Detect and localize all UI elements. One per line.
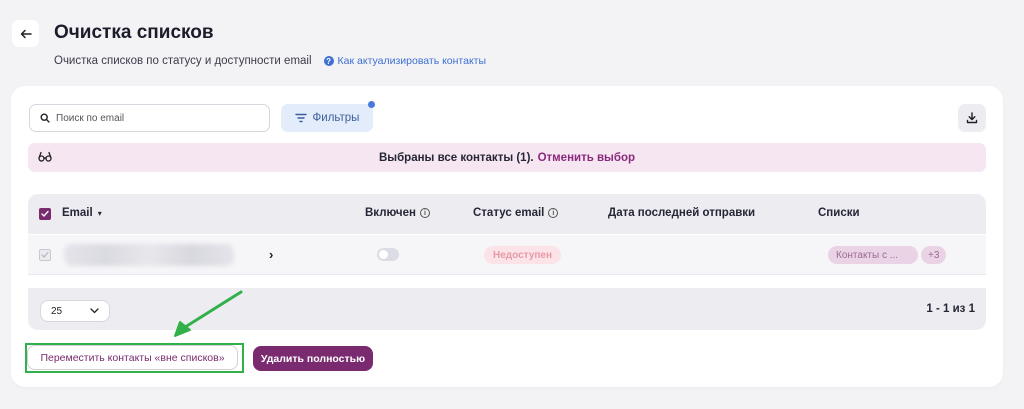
arrow-left-icon xyxy=(20,29,32,38)
column-email-label: Email xyxy=(62,207,93,219)
pagination-bar: 25 1 - 1 из 1 xyxy=(28,288,986,330)
main-card: Поиск по email Фильтры Выбраны все конта… xyxy=(11,86,1003,387)
column-lists: Списки xyxy=(818,207,860,219)
more-lists-chip[interactable]: +3 xyxy=(921,246,947,264)
question-icon: ? xyxy=(323,56,334,66)
column-enabled-label: Включен xyxy=(365,207,416,219)
help-link[interactable]: ? Как актуализировать контакты xyxy=(323,55,487,67)
selection-text: Выбраны все контакты (1). xyxy=(378,151,534,164)
row-checkbox[interactable] xyxy=(39,249,51,261)
enabled-toggle[interactable] xyxy=(377,248,399,261)
column-enabled: Включен i xyxy=(365,207,430,219)
chevron-down-icon xyxy=(90,308,99,314)
info-icon[interactable]: i xyxy=(548,208,559,218)
cancel-selection-link[interactable]: Отменить выбор xyxy=(538,152,635,164)
check-icon xyxy=(41,210,49,218)
selection-banner: Выбраны все контакты (1). Отменить выбор xyxy=(28,143,986,172)
filters-label: Фильтры xyxy=(312,112,360,124)
toggle-knob xyxy=(379,250,388,259)
per-page-select[interactable]: 25 xyxy=(40,300,110,322)
search-placeholder: Поиск по email xyxy=(56,112,125,124)
status-badge: Недоступен xyxy=(484,246,562,264)
page-range: 1 - 1 из 1 xyxy=(926,303,975,315)
delete-completely-button[interactable]: Удалить полностью xyxy=(253,346,373,371)
email-cell-blurred xyxy=(64,244,234,266)
page-subtitle-row: Очистка списков по статусу и доступности… xyxy=(54,55,486,67)
chevron-right-icon[interactable]: › xyxy=(269,247,273,262)
per-page-value: 25 xyxy=(51,305,63,317)
highlight-frame xyxy=(25,343,244,373)
filters-active-dot xyxy=(368,101,375,108)
column-email[interactable]: Email ▾ xyxy=(62,207,102,219)
table-header: Email ▾ Включен i Статус email i Дата по… xyxy=(28,194,986,234)
info-icon[interactable]: i xyxy=(419,208,430,218)
column-status-label: Статус email xyxy=(473,207,545,219)
download-button[interactable] xyxy=(958,104,986,132)
search-input[interactable]: Поиск по email xyxy=(29,104,270,132)
column-last-sent: Дата последней отправки xyxy=(608,207,756,219)
list-chip: Контакты с ... xyxy=(828,246,918,264)
column-status: Статус email i xyxy=(473,207,559,219)
help-link-label: Как актуализировать контакты xyxy=(337,55,487,67)
page-subtitle: Очистка списков по статусу и доступности… xyxy=(54,55,312,67)
glasses-icon xyxy=(38,151,52,162)
back-button[interactable] xyxy=(12,20,39,47)
filters-button[interactable]: Фильтры xyxy=(281,101,375,132)
filter-icon xyxy=(294,113,307,123)
select-all-checkbox[interactable] xyxy=(39,208,51,220)
page-title: Очистка списков xyxy=(54,22,214,43)
search-icon xyxy=(40,113,50,123)
check-icon xyxy=(41,251,49,258)
sort-caret-icon: ▾ xyxy=(97,208,102,218)
download-icon xyxy=(966,112,978,124)
table-row[interactable]: › Недоступен Контакты с ... +3 xyxy=(28,235,986,275)
